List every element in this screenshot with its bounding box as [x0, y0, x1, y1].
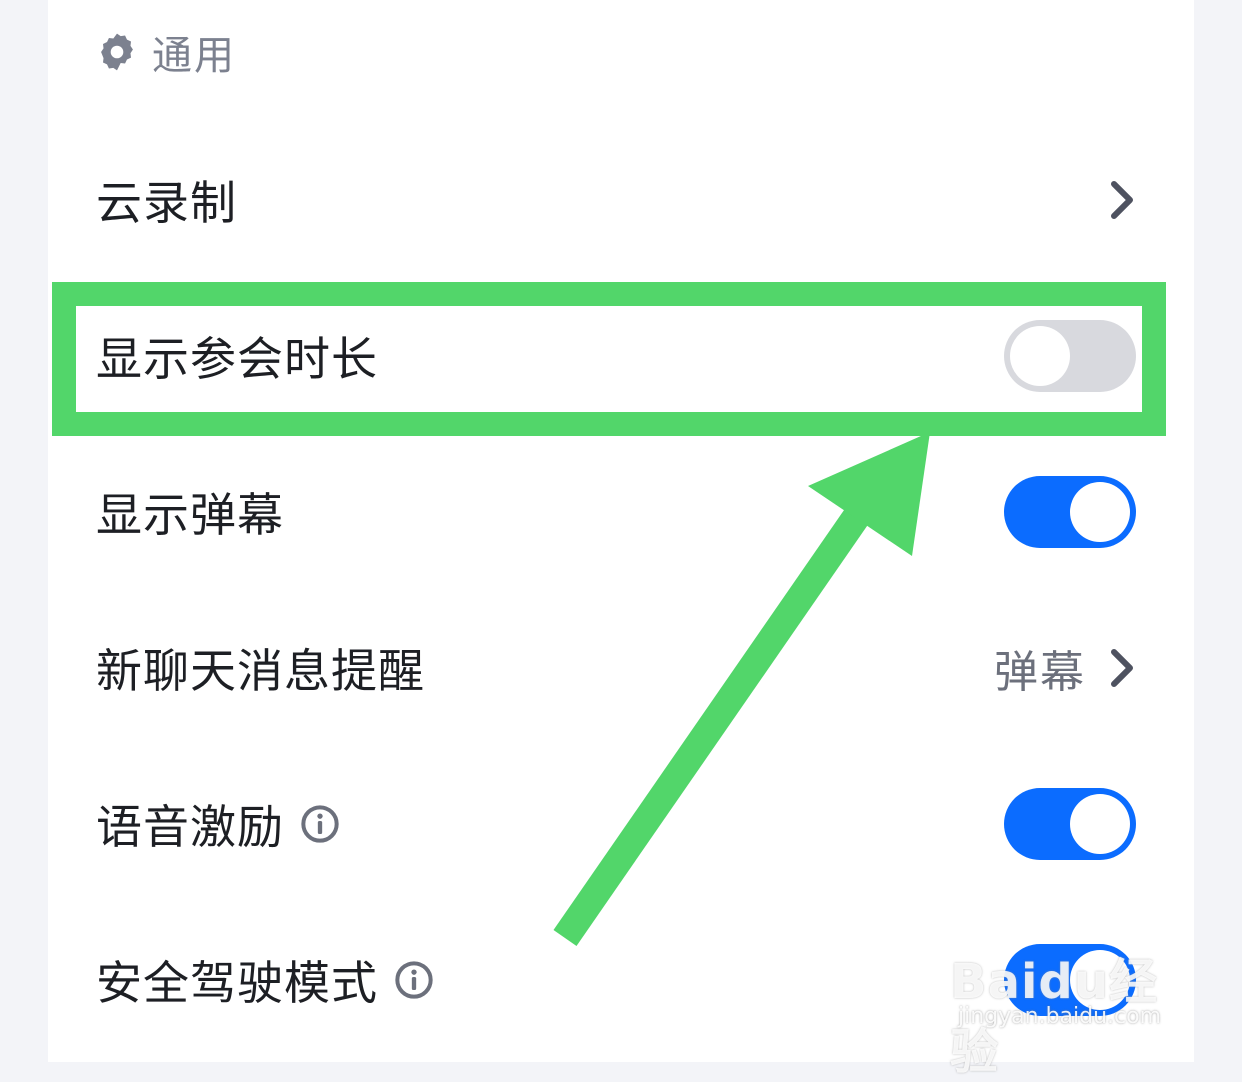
info-icon[interactable]: [300, 804, 340, 844]
row-show-meeting-duration: 显示参会时长: [96, 311, 1136, 401]
chevron-right-icon: [1111, 181, 1133, 219]
toggle-knob: [1070, 950, 1130, 1010]
safe-driving-toggle[interactable]: [1004, 944, 1136, 1016]
row-label: 云录制: [96, 176, 237, 230]
row-label: 显示参会时长: [96, 332, 378, 386]
row-label: 语音激励: [96, 800, 284, 854]
section-title: 通用: [152, 33, 236, 79]
row-safe-driving-mode: 安全驾驶模式: [96, 935, 1136, 1025]
gear-icon: [101, 33, 133, 71]
section-header-general: 通用: [96, 22, 236, 82]
row-voice-incentive: 语音激励: [96, 779, 1136, 869]
toggle-knob: [1070, 482, 1130, 542]
row-new-chat-alert[interactable]: 新聊天消息提醒 弹幕: [96, 623, 1136, 713]
show-danmaku-toggle[interactable]: [1004, 476, 1136, 548]
row-cloud-recording[interactable]: 云录制: [96, 155, 1136, 245]
voice-incentive-toggle[interactable]: [1004, 788, 1136, 860]
show-meeting-duration-toggle[interactable]: [1004, 320, 1136, 392]
row-show-danmaku: 显示弹幕: [96, 467, 1136, 557]
row-label: 新聊天消息提醒: [96, 644, 425, 698]
toggle-knob: [1010, 326, 1070, 386]
toggle-knob: [1070, 794, 1130, 854]
chevron-right-icon: [1111, 649, 1133, 687]
info-icon[interactable]: [394, 960, 434, 1000]
row-label: 安全驾驶模式: [96, 956, 378, 1010]
row-label: 显示弹幕: [96, 488, 284, 542]
row-value: 弹幕: [994, 647, 1086, 698]
